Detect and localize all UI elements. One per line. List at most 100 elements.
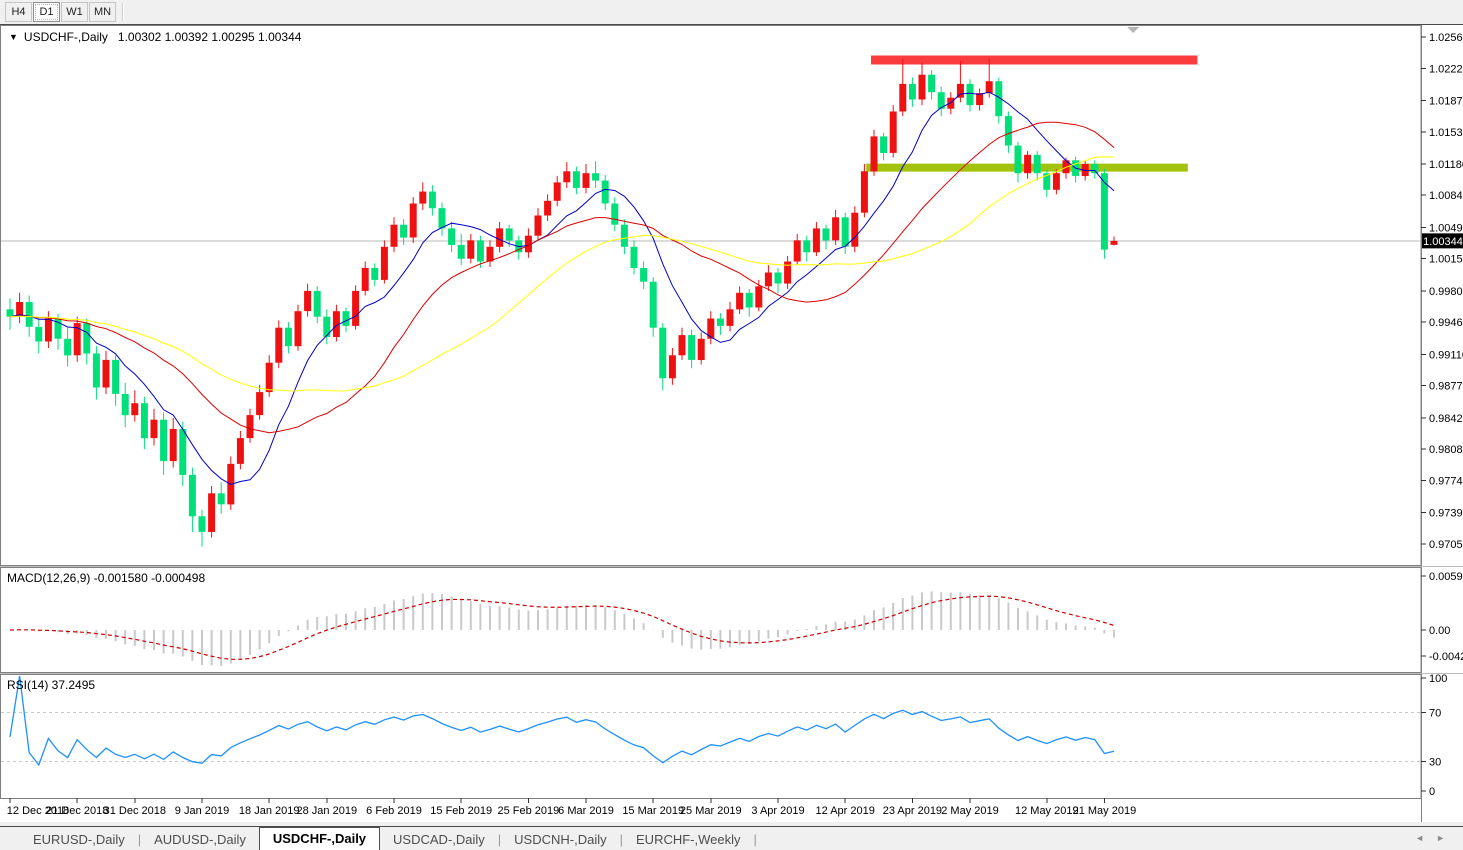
candle [650,282,657,328]
macd-axis-label: 0.00 [1429,625,1450,637]
tab-usdcad-daily[interactable]: USDCAD-,Daily [380,829,498,850]
candle [179,429,186,475]
candle [611,204,618,225]
candle [170,429,177,461]
candle [323,317,330,337]
candle [439,208,446,228]
rsi-axis-label: 70 [1429,708,1441,720]
date-axis-label: 21 Dec 2018 [46,805,108,817]
candle [458,245,465,259]
timeframe-button-w1[interactable]: W1 [61,2,88,22]
candle [736,293,743,310]
candle [112,360,119,394]
candle [880,136,887,153]
candle [544,201,551,216]
tab-usdchf-daily[interactable]: USDCHF-,Daily [259,827,380,850]
date-axis-label: 31 Dec 2018 [104,805,166,817]
candle [295,311,302,346]
candle [275,328,282,363]
tab-scroll-left-icon[interactable]: ◄ [1415,833,1436,843]
candle [592,173,599,180]
rsi-indicator-label: RSI(14) 37.2495 [7,678,95,692]
candle [103,360,110,388]
candle [189,475,196,516]
timeframe-button-mn[interactable]: MN [89,2,116,22]
tab-separator: | [754,829,757,850]
chart-canvas[interactable]: 1.025601.022201.018701.015301.011801.008… [0,25,1463,822]
candle [362,268,369,291]
tab-eurchf-weekly[interactable]: EURCHF-,Weekly [623,829,754,850]
candle [160,420,167,461]
rsi-axis-label: 0 [1429,786,1435,798]
candle [1053,173,1060,190]
chart-title: ▼USDCHF-,Daily1.00302 1.00392 1.00295 1.… [9,30,301,44]
price-axis-label: 0.98420 [1429,413,1463,425]
price-axis-label: 1.02220 [1429,63,1463,75]
price-axis-label: 1.00840 [1429,190,1463,202]
candle [631,247,638,268]
price-axis-label: 0.98770 [1429,381,1463,393]
candle [208,493,215,532]
candle [535,216,542,236]
resistance-line[interactable] [871,56,1197,65]
price-axis-label: 1.01530 [1429,127,1463,139]
tab-usdcnh-daily[interactable]: USDCNH-,Daily [501,829,619,850]
date-axis-label: 15 Mar 2019 [622,805,684,817]
date-axis-label: 2 May 2019 [941,805,998,817]
candle [861,171,868,212]
candle [621,225,628,247]
date-axis-label: 28 Jan 2019 [297,805,358,817]
candle [35,327,42,342]
candle [823,228,830,240]
candle [698,339,705,360]
date-axis-label: 25 Mar 2019 [680,805,742,817]
candle [7,309,14,316]
candle [1034,155,1041,173]
price-axis-label: 1.00490 [1429,222,1463,234]
candle [381,247,388,280]
candle [141,403,148,438]
candle [400,225,407,238]
tab-scroll-right-icon[interactable]: ► [1436,833,1457,843]
candle [506,228,513,240]
date-axis-label: 12 May 2019 [1015,805,1079,817]
candle [122,394,129,415]
candle [410,204,417,238]
tab-audusd-daily[interactable]: AUDUSD-,Daily [141,829,259,850]
candle [832,217,839,240]
candle [851,213,858,247]
price-axis-label: 0.99800 [1429,286,1463,298]
date-axis-label: 3 Apr 2019 [751,805,804,817]
candle [83,323,90,353]
candle [717,319,724,326]
timeframe-button-h4[interactable]: H4 [5,2,32,22]
candle [928,75,935,93]
candle [919,75,926,100]
date-axis-label: 25 Feb 2019 [498,805,560,817]
candle [640,268,647,282]
candle [419,192,426,204]
rsi-pane [1,675,1422,799]
candle [890,112,897,153]
rsi-axis-label: 30 [1429,756,1441,768]
price-axis-label: 0.97390 [1429,508,1463,520]
symbol-dropdown-icon[interactable]: ▼ [9,32,18,42]
candle [755,286,762,307]
candle [871,136,878,171]
candle [1111,241,1118,245]
candle [1015,146,1022,174]
tab-eurusd-daily[interactable]: EURUSD-,Daily [20,829,138,850]
date-axis-label: 18 Jan 2019 [239,805,300,817]
candle [199,516,206,532]
price-axis-label: 0.97050 [1429,539,1463,551]
candle [909,84,916,100]
date-axis-label: 9 Jan 2019 [175,805,229,817]
date-axis-label: 21 May 2019 [1073,805,1137,817]
candle [247,415,254,438]
timeframe-button-d1[interactable]: D1 [33,2,60,22]
macd-axis-label: 0.00597 [1429,571,1463,583]
candle [803,240,810,252]
candle [304,291,311,311]
candle [93,354,100,388]
candle [131,403,138,415]
